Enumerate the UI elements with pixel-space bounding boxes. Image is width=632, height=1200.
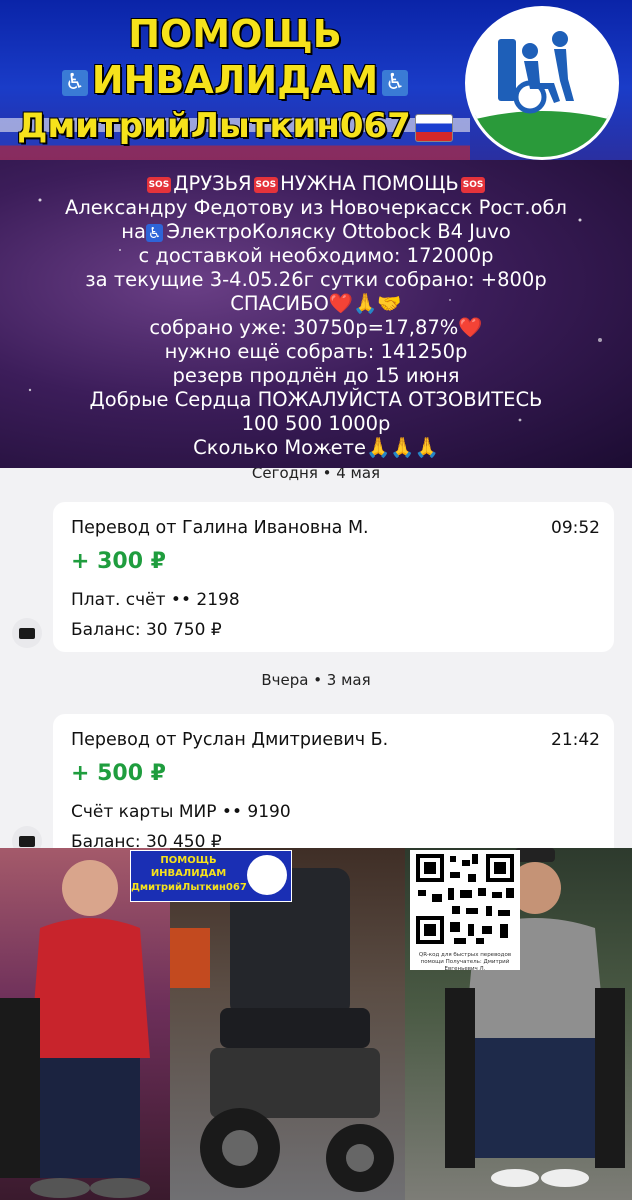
mini-banner-line2: ИНВАЛИДАМ <box>150 868 227 879</box>
banner-title-line2: ♿ ИНВАЛИДАМ ♿ <box>0 58 470 102</box>
charity-banner: ПОМОЩЬ ♿ ИНВАЛИДАМ ♿ ДмитрийЛыткин067 <box>0 0 632 160</box>
transaction-card[interactable]: Перевод от Галина Ивановна М. 09:52 + 30… <box>53 502 614 652</box>
appeal-line-7: собрано уже: 30750р=17,87%❤️ <box>149 316 483 339</box>
mini-charity-banner: ПОМОЩЬ ИНВАЛИДАМ ДмитрийЛыткин067 <box>130 850 292 902</box>
photo-collage <box>0 848 632 1200</box>
transaction-account: Плат. счёт •• 2198 <box>71 590 240 610</box>
transaction-time: 21:42 <box>551 730 600 750</box>
sos-icon: SOS <box>253 176 279 193</box>
appeal-message-panel: SOS ДРУЗЬЯ SOS НУЖНА ПОМОЩЬ SOS Александру Ф… <box>0 160 632 468</box>
wallet-icon <box>12 618 42 648</box>
appeal-line-5: за текущие 3-4.05.26г сутки собрано: +80… <box>85 268 547 291</box>
appeal-line-1: SOS ДРУЗЬЯ SOS НУЖНА ПОМОЩЬ SOS <box>0 172 632 196</box>
appeal-line-9: резерв продлён до 15 июня <box>172 364 460 387</box>
sos-icon: SOS <box>460 176 486 193</box>
banner-title-line3: ДмитрийЛыткин067 <box>0 106 470 146</box>
mini-banner-line3: ДмитрийЛыткин067 <box>131 882 247 893</box>
appeal-line-2: Александру Федотову из Новочеркасск Рост… <box>64 196 567 219</box>
transaction-balance: Баланс: 30 750 ₽ <box>71 620 222 640</box>
transaction-title: Перевод от Руслан Дмитриевич Б. <box>71 730 389 750</box>
transaction-time: 09:52 <box>551 518 600 538</box>
transaction-card[interactable]: Перевод от Руслан Дмитриевич Б. 21:42 + … <box>53 714 614 848</box>
transaction-feed[interactable]: Сегодня • 4 мая Перевод от Галина Иванов… <box>0 468 632 848</box>
qr-code[interactable]: QR-код для быстрых переводов помощи Полу… <box>410 850 520 972</box>
banner-title-line1: ПОМОЩЬ <box>128 12 342 56</box>
banner-title-line2-text: ИНВАЛИДАМ <box>91 58 379 102</box>
appeal-line-3-prefix: на <box>121 220 146 243</box>
appeal-line-6: СПАСИБО❤️🙏🤝 <box>230 292 402 315</box>
appeal-friends-text: ДРУЗЬЯ <box>173 172 252 195</box>
appeal-help-needed-text: НУЖНА ПОМОЩЬ <box>280 172 459 195</box>
wheelchair-icon: ♿ <box>382 69 408 96</box>
transaction-title: Перевод от Галина Ивановна М. <box>71 518 369 538</box>
date-header-yesterday: Вчера • 3 мая <box>261 671 371 689</box>
qr-caption: QR-код для быстрых переводов помощи Полу… <box>418 952 512 972</box>
russia-flag-icon <box>414 113 453 142</box>
mini-banner-line1: ПОМОЩЬ <box>160 855 217 866</box>
transaction-account: Счёт карты МИР •• 9190 <box>71 802 291 822</box>
appeal-line-8: нужно ещё собрать: 141250р <box>164 340 468 363</box>
appeal-line-3-text: ЭлектроКоляску Ottobock B4 Juvo <box>166 220 511 243</box>
transaction-balance: Баланс: 30 450 ₽ <box>71 832 222 848</box>
disability-logo-small <box>247 855 287 895</box>
banner-author-name: ДмитрийЛыткин067 <box>17 106 411 146</box>
appeal-line-3: на ♿ ЭлектроКоляску Ottobock B4 Juvo <box>0 220 632 244</box>
wheelchair-icon: ♿ <box>145 223 164 242</box>
date-header-today: Сегодня • 4 мая <box>251 468 381 482</box>
wheelchair-icon: ♿ <box>62 69 88 96</box>
transaction-amount: + 300 ₽ <box>71 549 166 574</box>
appeal-line-4: с доставкой необходимо: 172000р <box>138 244 494 267</box>
appeal-line-10: Добрые Сердца ПОЖАЛУЙСТА ОТЗОВИТЕСЬ <box>89 388 543 411</box>
disability-logo <box>465 6 619 160</box>
sos-icon: SOS <box>146 176 172 193</box>
wallet-icon <box>12 826 42 848</box>
appeal-line-12: Сколько Можете🙏🙏🙏 <box>193 436 439 459</box>
transaction-amount: + 500 ₽ <box>71 761 166 786</box>
appeal-line-11: 100 500 1000р <box>241 412 391 435</box>
